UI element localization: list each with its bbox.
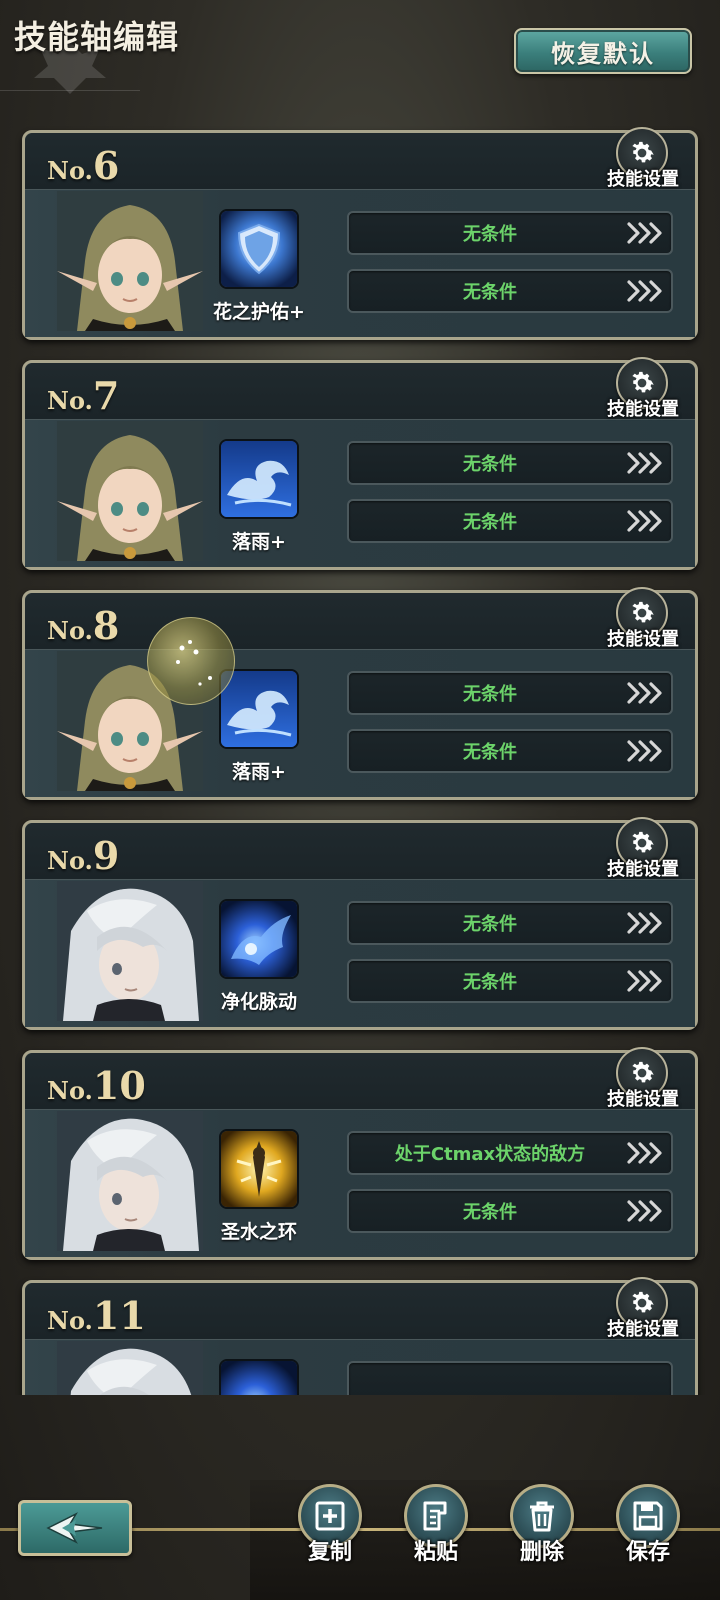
condition-text: 处于Ctmax状态的敌方 — [394, 1144, 586, 1165]
shield-skill-icon[interactable] — [219, 209, 299, 289]
reset-default-button[interactable]: 恢复默认 — [514, 28, 692, 74]
copy-button[interactable]: 复制 — [294, 1480, 366, 1590]
triple-chevron-icon — [627, 509, 667, 533]
slot-number: No.6 — [47, 143, 120, 188]
skill-settings-label: 技能设置 — [607, 629, 679, 650]
skill-settings-button[interactable]: 技能设置 — [593, 127, 693, 191]
skill-settings-label: 技能设置 — [607, 1319, 679, 1340]
delete-label: 删除 — [519, 1540, 564, 1565]
back-button[interactable] — [18, 1500, 132, 1556]
triple-chevron-icon — [627, 969, 667, 993]
slot-number: No.11 — [47, 1293, 146, 1338]
condition-text: 无条件 — [463, 454, 517, 475]
skill-slot-card: No.8 技能设置 落雨+ 无条件 无条件 — [22, 587, 698, 800]
condition-text: 无条件 — [463, 972, 517, 993]
skill-name: 圣水之环 — [220, 1221, 297, 1243]
pulse-skill-icon[interactable] — [219, 1359, 299, 1395]
slot-number: No.7 — [47, 373, 120, 418]
condition-slot-1[interactable]: 无条件 — [347, 211, 673, 255]
skill-settings-label: 技能设置 — [607, 859, 679, 880]
sparkle-icon — [176, 640, 212, 686]
wave-skill-icon[interactable] — [219, 439, 299, 519]
slot-number: No.10 — [47, 1063, 146, 1108]
condition-slot-1[interactable]: 处于Ctmax状态的敌方 — [347, 1131, 673, 1175]
character-portrait — [57, 191, 203, 331]
condition-slot-1[interactable]: 无条件 — [347, 901, 673, 945]
skill-name: 落雨+ — [232, 761, 286, 783]
copy-label: 复制 — [307, 1540, 352, 1565]
condition-text — [349, 1363, 631, 1395]
save-button[interactable]: 保存 — [612, 1480, 684, 1590]
condition-slot-1[interactable]: 无条件 — [347, 671, 673, 715]
condition-slot-2[interactable]: 无条件 — [347, 1189, 673, 1233]
skill-name: 净化脉动 — [220, 991, 297, 1013]
skill-name: 花之护佑+ — [213, 301, 305, 323]
delete-button[interactable]: 删除 — [506, 1480, 578, 1590]
skill-settings-label: 技能设置 — [607, 169, 679, 190]
skill-slot-card: No.11 技能设置 — [22, 1277, 698, 1395]
character-portrait — [57, 421, 203, 561]
save-label: 保存 — [625, 1540, 670, 1565]
slot-number: No.8 — [47, 603, 120, 648]
skill-settings-label: 技能设置 — [607, 399, 679, 420]
paste-label: 粘贴 — [413, 1540, 458, 1565]
condition-slot-2[interactable]: 无条件 — [347, 729, 673, 773]
pulse-skill-icon[interactable] — [219, 899, 299, 979]
holy-skill-icon[interactable] — [219, 1129, 299, 1209]
skill-settings-button[interactable]: 技能设置 — [593, 1277, 693, 1341]
skill-settings-button[interactable]: 技能设置 — [593, 587, 693, 651]
character-portrait — [57, 1111, 203, 1251]
triple-chevron-icon — [627, 681, 667, 705]
condition-text: 无条件 — [463, 282, 517, 303]
triple-chevron-icon — [627, 739, 667, 763]
triple-chevron-icon — [627, 1199, 667, 1223]
condition-text: 无条件 — [463, 742, 517, 763]
skill-axis-list[interactable]: No.6 技能设置 花之护佑+ 无条件 无条件 No.7 技能设置 落雨+ 无条… — [0, 125, 720, 1395]
condition-text: 无条件 — [463, 1202, 517, 1223]
skill-slot-card: No.6 技能设置 花之护佑+ 无条件 无条件 — [22, 127, 698, 340]
condition-slot-1[interactable] — [347, 1361, 673, 1395]
triple-chevron-icon — [627, 221, 667, 245]
character-portrait — [57, 881, 203, 1021]
triple-chevron-icon — [627, 1141, 667, 1165]
condition-text: 无条件 — [463, 224, 517, 245]
condition-slot-2[interactable]: 无条件 — [347, 499, 673, 543]
back-arrow-icon — [46, 1512, 103, 1544]
character-portrait — [57, 1341, 203, 1395]
skill-name: 落雨+ — [232, 531, 286, 553]
page-title: 技能轴编辑 — [14, 18, 180, 56]
skill-slot-card: No.9 技能设置 净化脉动 无条件 无条件 — [22, 817, 698, 1030]
triple-chevron-icon — [627, 451, 667, 475]
bottom-toolbar: 复制 粘贴 删除 保存 — [0, 1480, 720, 1600]
background-divider — [0, 90, 140, 91]
triple-chevron-icon — [627, 911, 667, 935]
condition-text: 无条件 — [463, 512, 517, 533]
floating-orb[interactable] — [147, 617, 235, 705]
skill-settings-label: 技能设置 — [607, 1089, 679, 1110]
triple-chevron-icon — [627, 279, 667, 303]
skill-settings-button[interactable]: 技能设置 — [593, 1047, 693, 1111]
condition-slot-2[interactable]: 无条件 — [347, 269, 673, 313]
paste-button[interactable]: 粘贴 — [400, 1480, 472, 1590]
skill-settings-button[interactable]: 技能设置 — [593, 817, 693, 881]
skill-settings-button[interactable]: 技能设置 — [593, 357, 693, 421]
condition-slot-2[interactable]: 无条件 — [347, 959, 673, 1003]
skill-slot-card: No.10 技能设置 圣水之环 处于Ctmax状态的敌方 无条件 — [22, 1047, 698, 1260]
slot-number: No.9 — [47, 833, 120, 878]
condition-text: 无条件 — [463, 684, 517, 705]
condition-slot-1[interactable]: 无条件 — [347, 441, 673, 485]
skill-slot-card: No.7 技能设置 落雨+ 无条件 无条件 — [22, 357, 698, 570]
condition-text: 无条件 — [463, 914, 517, 935]
